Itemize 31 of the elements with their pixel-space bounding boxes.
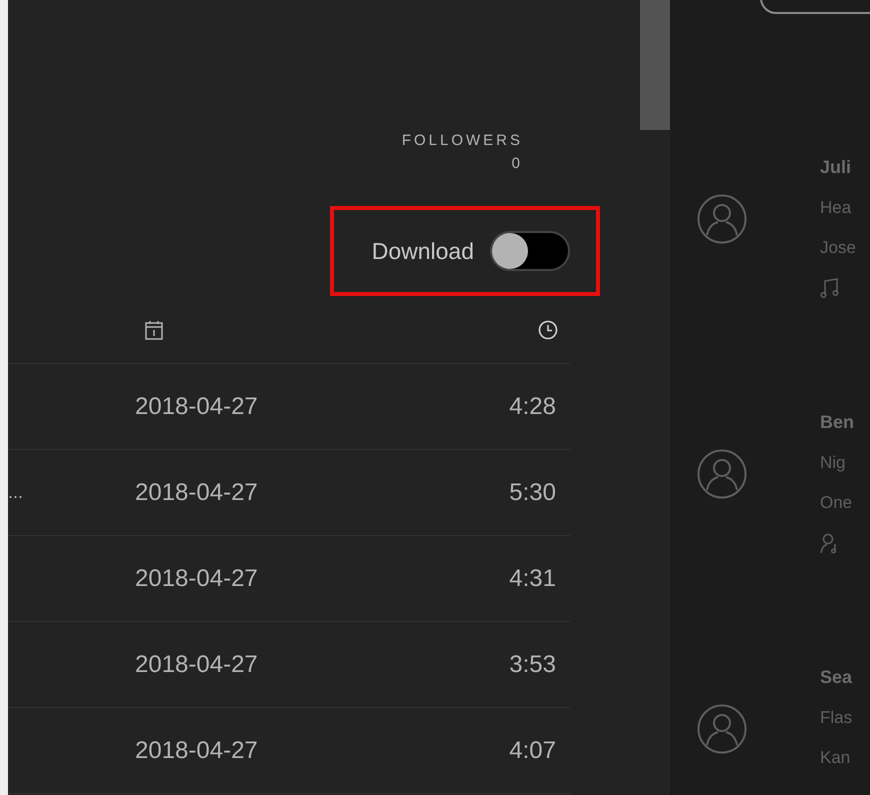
track-duration: 4:07 [508, 736, 556, 764]
artist-name[interactable]: Jose [820, 228, 856, 268]
followers-count: 0 [512, 155, 520, 172]
track-name[interactable]: Hea [820, 188, 856, 228]
track-name[interactable]: Nig [820, 443, 854, 483]
calendar-icon[interactable] [145, 320, 163, 340]
date-added: 2018-04-27 [135, 736, 259, 764]
date-added: 2018-04-27 [135, 564, 259, 592]
artist-name[interactable]: Kan [820, 738, 852, 778]
avatar-icon [697, 449, 747, 499]
date-added: 2018-04-27 [135, 392, 259, 420]
friend-name[interactable]: Ben [820, 401, 854, 443]
download-toggle[interactable] [490, 231, 570, 271]
avatar-icon [697, 704, 747, 754]
download-label: Download [372, 238, 474, 264]
artist-name[interactable]: One [820, 483, 854, 523]
followers-label: FOLLOWERS [402, 132, 523, 149]
music-note-icon [820, 277, 840, 299]
track-duration: 4:28 [508, 392, 556, 420]
track-title: ... [8, 482, 24, 502]
scrollbar-thumb[interactable] [640, 0, 670, 130]
track-duration: 5:30 [508, 478, 556, 506]
date-added: 2018-04-27 [135, 478, 259, 506]
track-name[interactable]: Flas [820, 698, 852, 738]
date-added: 2018-04-27 [135, 650, 259, 678]
clock-icon[interactable] [538, 320, 558, 340]
track-duration: 3:53 [508, 650, 556, 678]
track-duration: 4:31 [508, 564, 556, 592]
avatar-icon [697, 194, 747, 244]
friend-name[interactable]: Juli [820, 146, 856, 188]
friend-name[interactable]: Sea [820, 656, 852, 698]
